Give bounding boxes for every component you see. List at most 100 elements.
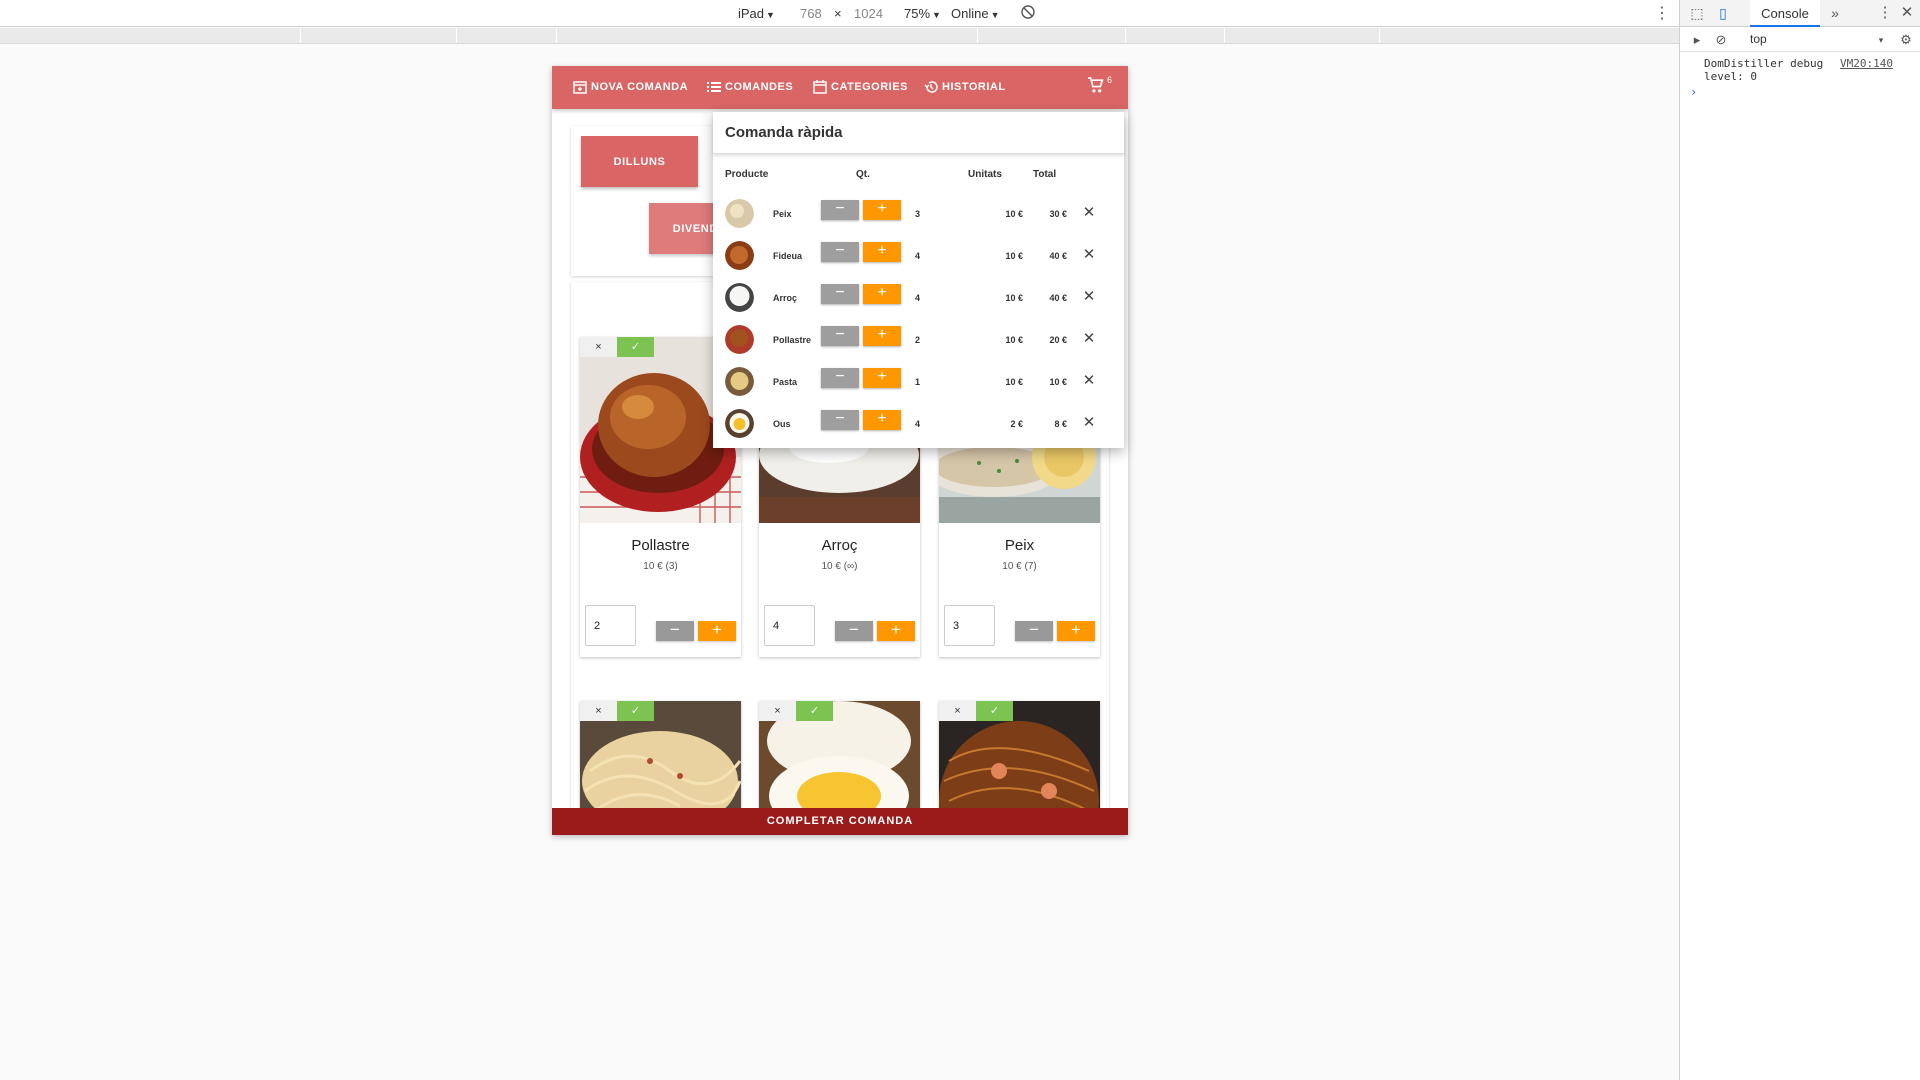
increase-button[interactable]: + bbox=[877, 621, 915, 641]
accept-product-button[interactable]: ✓ bbox=[617, 701, 654, 721]
decrease-button[interactable]: − bbox=[1015, 621, 1053, 641]
nav-historial[interactable]: HISTORIAL bbox=[924, 80, 1006, 94]
inspect-element-icon[interactable]: ⬚ bbox=[1688, 4, 1706, 22]
delete-product-button[interactable]: × bbox=[580, 337, 617, 357]
remove-item-icon[interactable]: ✕ bbox=[1080, 246, 1098, 264]
increase-button[interactable]: + bbox=[698, 621, 736, 641]
decrease-button[interactable]: − bbox=[821, 242, 859, 262]
accept-product-button[interactable]: ✓ bbox=[976, 701, 1013, 721]
order-product-name: Peix bbox=[773, 209, 792, 219]
remove-item-icon[interactable]: ✕ bbox=[1080, 330, 1098, 348]
more-tabs-icon[interactable]: » bbox=[1826, 4, 1844, 22]
network-select[interactable]: Online ▼ bbox=[951, 6, 1000, 21]
nav-nova-comanda[interactable]: NOVA COMANDA bbox=[573, 80, 688, 94]
product-card-fideua: × ✓ bbox=[939, 701, 1100, 835]
order-row: Pasta − + 1 10 € 10 € ✕ bbox=[713, 364, 1124, 400]
increase-button[interactable]: + bbox=[863, 410, 901, 430]
remove-item-icon[interactable]: ✕ bbox=[1080, 414, 1098, 432]
remove-item-icon[interactable]: ✕ bbox=[1080, 204, 1098, 222]
media-query-segment[interactable] bbox=[300, 28, 301, 43]
delete-product-button[interactable]: × bbox=[759, 701, 796, 721]
order-unit-price: 10 € bbox=[1005, 335, 1023, 345]
decrease-button[interactable]: − bbox=[821, 284, 859, 304]
decrease-button[interactable]: − bbox=[821, 200, 859, 220]
decrease-button[interactable]: − bbox=[656, 621, 694, 641]
increase-button[interactable]: + bbox=[1057, 621, 1095, 641]
media-query-segment[interactable] bbox=[1224, 28, 1225, 43]
device-height-field[interactable]: 1024 bbox=[854, 6, 883, 21]
cart-count-badge: 6 bbox=[1107, 75, 1113, 85]
context-select[interactable]: top bbox=[1750, 32, 1767, 46]
increase-button[interactable]: + bbox=[863, 368, 901, 388]
media-query-segment[interactable] bbox=[456, 28, 457, 43]
decrease-button[interactable]: − bbox=[835, 621, 873, 641]
console-message: DomDistiller debug level: 0 bbox=[1704, 57, 1824, 83]
decrease-button[interactable]: − bbox=[821, 368, 859, 388]
order-row-total: 40 € bbox=[1049, 293, 1067, 303]
quantity-input[interactable] bbox=[585, 605, 636, 646]
order-row-total: 10 € bbox=[1049, 377, 1067, 387]
remove-item-icon[interactable]: ✕ bbox=[1080, 372, 1098, 390]
sidebar-toggle-icon[interactable]: ▸ bbox=[1688, 31, 1706, 49]
close-icon[interactable]: ✕ bbox=[1898, 4, 1916, 22]
zoom-value: 75% bbox=[904, 6, 931, 21]
complete-order-button[interactable]: COMPLETAR COMANDA bbox=[552, 808, 1128, 835]
tab-console[interactable]: Console bbox=[1750, 0, 1820, 27]
nav-categories[interactable]: CATEGORIES bbox=[813, 80, 908, 94]
device-toggle-icon[interactable]: ▯ bbox=[1714, 4, 1732, 22]
accept-product-button[interactable]: ✓ bbox=[796, 701, 833, 721]
decrease-button[interactable]: − bbox=[821, 410, 859, 430]
console-source-link[interactable]: VM20:140 bbox=[1840, 57, 1893, 70]
more-options-icon[interactable]: ⋮ bbox=[1654, 3, 1670, 23]
product-thumbnail bbox=[725, 283, 754, 312]
quantity-input[interactable] bbox=[764, 605, 815, 646]
product-name: Pollastre bbox=[631, 537, 690, 554]
nav-label: CATEGORIES bbox=[831, 81, 908, 93]
delete-product-button[interactable]: × bbox=[939, 701, 976, 721]
shopping-cart-icon bbox=[1088, 77, 1104, 93]
device-name: iPad bbox=[738, 6, 765, 21]
chevron-down-icon[interactable]: ▾ bbox=[1872, 31, 1890, 49]
product-thumbnail bbox=[725, 199, 754, 228]
nav-comandes[interactable]: COMANDES bbox=[707, 80, 793, 94]
devtools-tabbar: ⬚ ▯ Console » ⋮ ✕ bbox=[1680, 0, 1920, 27]
product-card-ous: × ✓ bbox=[759, 701, 920, 835]
decrease-button[interactable]: − bbox=[821, 326, 859, 346]
order-product-name: Pasta bbox=[773, 377, 798, 387]
product-name: Peix bbox=[1004, 537, 1035, 554]
device-width-field[interactable]: 768 bbox=[800, 6, 822, 21]
cart-button[interactable]: 6 bbox=[1087, 75, 1112, 99]
increase-button[interactable]: + bbox=[863, 326, 901, 346]
increase-button[interactable]: + bbox=[863, 284, 901, 304]
clear-console-icon[interactable]: ⊘ bbox=[1712, 31, 1730, 49]
media-query-segment[interactable] bbox=[1379, 28, 1380, 43]
media-query-segment[interactable] bbox=[977, 28, 978, 43]
order-unit-price: 10 € bbox=[1005, 377, 1023, 387]
order-row: Pollastre − + 2 10 € 20 € ✕ bbox=[713, 322, 1124, 358]
zoom-select[interactable]: 75% ▼ bbox=[904, 6, 941, 21]
settings-gear-icon[interactable]: ⚙ bbox=[1897, 31, 1915, 49]
console-prompt-icon[interactable]: › bbox=[1690, 85, 1697, 99]
delete-product-button[interactable]: × bbox=[580, 701, 617, 721]
accept-product-button[interactable]: ✓ bbox=[617, 337, 654, 357]
quantity-input[interactable] bbox=[944, 605, 995, 646]
top-navbar: NOVA COMANDA COMANDES CATEGORIES HISTORI… bbox=[552, 66, 1128, 109]
product-card-pasta: × ✓ bbox=[580, 701, 741, 835]
nav-label: COMANDES bbox=[725, 81, 794, 93]
order-row: Ous − + 4 2 € 8 € ✕ bbox=[713, 406, 1124, 442]
device-select[interactable]: iPad ▼ bbox=[738, 6, 775, 21]
remove-item-icon[interactable]: ✕ bbox=[1080, 288, 1098, 306]
day-button-dilluns[interactable]: DILLUNS bbox=[581, 136, 698, 187]
order-product-name: Fideua bbox=[773, 251, 803, 261]
popup-header: Comanda ràpida bbox=[713, 112, 1124, 154]
increase-button[interactable]: + bbox=[863, 242, 901, 262]
console-filter-bar: ▸ ⊘ top ▾ ⚙ bbox=[1680, 28, 1920, 52]
rotate-icon[interactable] bbox=[1020, 4, 1036, 23]
increase-button[interactable]: + bbox=[863, 200, 901, 220]
quick-order-popup: Comanda ràpida Producte Qt. Unitats Tota… bbox=[713, 112, 1124, 448]
history-icon bbox=[924, 81, 938, 93]
media-query-segment[interactable] bbox=[556, 28, 557, 43]
kebab-menu-icon[interactable]: ⋮ bbox=[1876, 4, 1894, 22]
media-query-segment[interactable] bbox=[1125, 28, 1126, 43]
column-header-product: Producte bbox=[725, 169, 769, 180]
